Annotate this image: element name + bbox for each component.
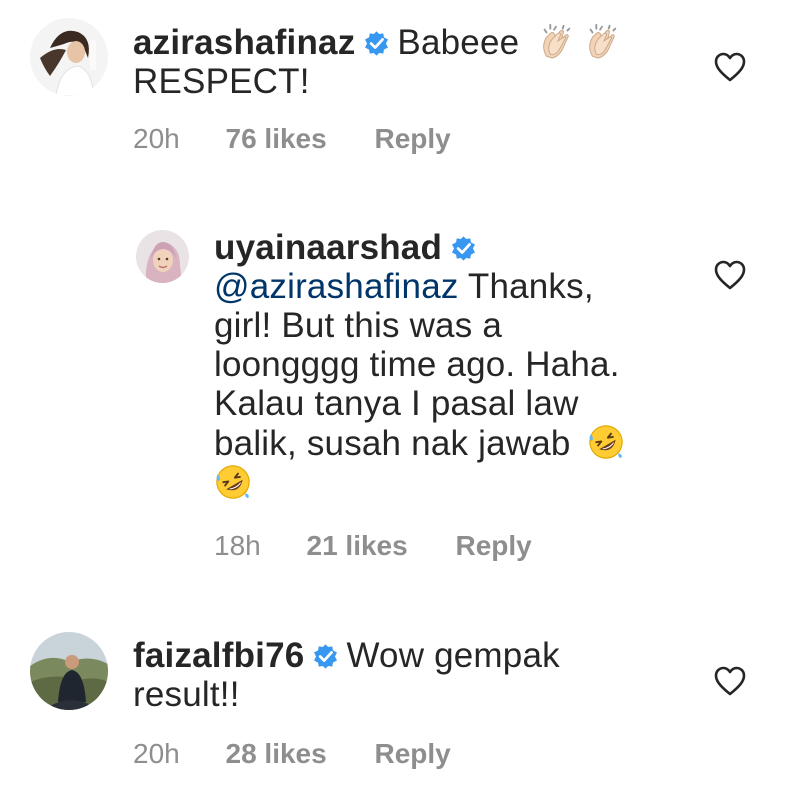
comment-text-line-1: Thanks,	[467, 267, 594, 306]
avatar-image	[30, 18, 108, 96]
comment-body: faizalfbi76 Wow gempak result!!	[133, 636, 693, 714]
likes-count[interactable]: 76 likes	[226, 123, 327, 155]
comment-azirashafinaz: azirashafinaz Babeee RESPECT! 20h 76 like…	[0, 0, 800, 200]
verified-badge-icon	[363, 30, 390, 57]
clapping-hands-icon	[537, 22, 575, 60]
comment-faizalfbi76: faizalfbi76 Wow gempak result!! 20h 28 li…	[0, 620, 800, 791]
like-heart-icon[interactable]	[714, 52, 746, 82]
comment-meta: 18h 21 likes Reply	[214, 530, 532, 562]
comment-text-line-2: result!!	[133, 675, 240, 714]
timestamp: 18h	[214, 530, 261, 561]
likes-count[interactable]: 21 likes	[307, 530, 408, 562]
verified-badge-icon	[450, 235, 477, 262]
avatar[interactable]	[30, 632, 108, 710]
comments-thread: azirashafinaz Babeee RESPECT! 20h 76 like…	[0, 0, 800, 791]
reply-button[interactable]: Reply	[374, 738, 450, 770]
mention-link[interactable]: @azirashafinaz	[214, 267, 459, 306]
timestamp: 20h	[133, 123, 180, 154]
comment-uyainaarshad: uyainaarshad @azirashafinaz Thanks, girl…	[0, 220, 800, 580]
username[interactable]: faizalfbi76	[133, 636, 304, 675]
clapping-hands-icon	[583, 22, 621, 60]
comment-meta: 20h 76 likes Reply	[133, 123, 451, 155]
comment-meta: 20h 28 likes Reply	[133, 738, 451, 770]
rolling-on-floor-laughing-icon	[214, 463, 252, 501]
reply-button[interactable]: Reply	[374, 123, 450, 155]
avatar-image	[136, 230, 189, 283]
comment-body: azirashafinaz Babeee RESPECT!	[133, 22, 693, 101]
comment-text-line-2: RESPECT!	[133, 62, 310, 101]
avatar[interactable]	[136, 230, 189, 283]
comment-text-line-5: balik, susah nak jawab	[214, 424, 571, 463]
timestamp: 20h	[133, 738, 180, 769]
likes-count[interactable]: 28 likes	[226, 738, 327, 770]
rolling-on-floor-laughing-icon	[587, 423, 625, 461]
verified-badge-icon	[312, 643, 339, 670]
avatar-image	[30, 632, 108, 710]
comment-text-line-3: loongggg time ago. Haha.	[214, 345, 620, 384]
comment-body: uyainaarshad @azirashafinaz Thanks, girl…	[214, 228, 694, 503]
reply-button[interactable]: Reply	[455, 530, 531, 562]
like-heart-icon[interactable]	[714, 666, 746, 696]
username[interactable]: azirashafinaz	[133, 23, 355, 62]
username[interactable]: uyainaarshad	[214, 228, 442, 267]
comment-text-line-4: Kalau tanya I pasal law	[214, 384, 579, 423]
comment-text-line-2: girl! But this was a	[214, 306, 502, 345]
comment-text: Babeee	[397, 23, 520, 62]
avatar[interactable]	[30, 18, 108, 96]
like-heart-icon[interactable]	[714, 260, 746, 290]
comment-text: Wow gempak	[346, 636, 560, 675]
